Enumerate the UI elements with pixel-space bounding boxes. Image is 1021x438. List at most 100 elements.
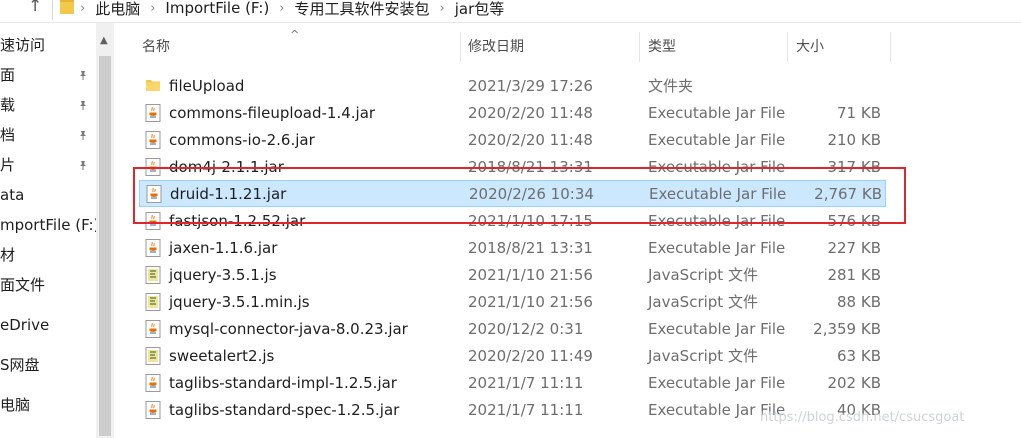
column-size[interactable]: 大小 <box>796 30 824 64</box>
file-date: 2021/1/7 11:11 <box>468 401 584 419</box>
folder-icon <box>60 0 74 14</box>
nav-item[interactable]: 面文件 <box>0 273 45 297</box>
scroll-up-icon[interactable]: ▲ <box>100 35 108 46</box>
file-date: 2021/1/10 21:56 <box>468 293 593 311</box>
table-row[interactable]: jquery-3.5.1.min.js 2021/1/10 21:56 JavaSc… <box>135 289 885 315</box>
jar-icon <box>145 401 161 419</box>
breadcrumb-item-folder[interactable]: 专用工具软件安装包 <box>295 0 430 19</box>
file-name: mysql-connector-java-8.0.23.jar <box>169 320 408 338</box>
pin-icon[interactable] <box>78 160 88 170</box>
folder-icon <box>145 77 161 95</box>
file-type: JavaScript 文件 <box>648 347 758 365</box>
nav-item[interactable]: ata <box>0 183 24 207</box>
nav-item[interactable]: 速访问 <box>0 33 45 57</box>
chevron-right-icon: › <box>279 0 285 16</box>
file-type: JavaScript 文件 <box>648 293 758 311</box>
column-name[interactable]: 名称 <box>142 30 170 64</box>
chevron-right-icon: › <box>150 0 156 16</box>
column-divider[interactable] <box>890 32 891 62</box>
column-header: ^ 名称 修改日期 类型 大小 <box>130 28 891 64</box>
table-row[interactable]: taglibs-standard-impl-1.2.5.jar 2021/1/7 … <box>135 370 885 396</box>
highlight-box <box>133 167 906 224</box>
jar-icon <box>145 239 161 257</box>
file-name: commons-fileupload-1.4.jar <box>169 104 376 122</box>
pin-icon[interactable] <box>78 70 88 80</box>
file-name: taglibs-standard-spec-1.2.5.jar <box>169 401 400 419</box>
table-row[interactable]: commons-fileupload-1.4.jar 2020/2/20 11:4… <box>135 100 885 126</box>
jar-icon <box>145 104 161 122</box>
column-type[interactable]: 类型 <box>648 30 676 64</box>
table-row[interactable]: jquery-3.5.1.js 2021/1/10 21:56 JavaScript… <box>135 262 885 288</box>
watermark: https://blog.csdn.net/csucsgoat <box>760 410 965 425</box>
breadcrumb-item-this-pc[interactable]: 此电脑 <box>95 0 140 19</box>
file-name: taglibs-standard-impl-1.2.5.jar <box>169 374 397 392</box>
file-size: 281 KB <box>827 266 881 284</box>
pin-icon[interactable] <box>78 130 88 140</box>
js-icon <box>145 293 161 311</box>
column-divider[interactable] <box>460 32 461 62</box>
table-row[interactable]: mysql-connector-java-8.0.23.jar 2020/12/2… <box>135 316 885 342</box>
file-size: 71 KB <box>837 104 881 122</box>
scrollbar-thumb[interactable] <box>99 56 111 436</box>
breadcrumb-item-drive[interactable]: ImportFile (F:) <box>165 0 269 17</box>
file-size: 2,359 KB <box>813 320 881 338</box>
file-size: 210 KB <box>827 131 881 149</box>
divider <box>0 22 1021 23</box>
table-row[interactable]: commons-io-2.6.jar 2020/2/20 11:48 Executa… <box>135 127 885 153</box>
table-row[interactable]: fileUpload 2021/3/29 17:26 文件夹 <box>135 73 885 99</box>
file-date: 2021/1/10 21:56 <box>468 266 593 284</box>
nav-scrollbar[interactable]: ▲ <box>96 23 114 438</box>
breadcrumb: › 此电脑 › ImportFile (F:) › 专用工具软件安装包 › ja… <box>80 0 504 19</box>
js-icon <box>145 266 161 284</box>
up-arrow-icon[interactable]: ↑ <box>28 0 42 16</box>
pin-icon[interactable] <box>78 100 88 110</box>
column-divider[interactable] <box>787 32 788 62</box>
nav-item[interactable]: 材 <box>0 243 15 267</box>
column-date[interactable]: 修改日期 <box>468 30 524 64</box>
column-divider[interactable] <box>639 32 640 62</box>
file-name: jaxen-1.1.6.jar <box>169 239 278 257</box>
nav-item[interactable]: 电脑 <box>0 393 30 417</box>
file-type: Executable Jar File <box>648 239 786 257</box>
file-size: 63 KB <box>837 347 881 365</box>
file-date: 2020/2/20 11:48 <box>468 131 593 149</box>
chevron-right-icon: › <box>439 0 445 16</box>
jar-icon <box>145 320 161 338</box>
file-size: 227 KB <box>827 239 881 257</box>
file-date: 2021/3/29 17:26 <box>468 77 593 95</box>
file-date: 2020/2/20 11:49 <box>468 347 593 365</box>
table-row[interactable]: jaxen-1.1.6.jar 2018/8/21 13:31 Executable… <box>135 235 885 261</box>
file-name: fileUpload <box>169 77 245 95</box>
divider <box>52 0 53 20</box>
file-date: 2020/2/20 11:48 <box>468 104 593 122</box>
nav-item[interactable]: S网盘 <box>0 353 40 377</box>
file-name: sweetalert2.js <box>169 347 275 365</box>
table-row[interactable]: sweetalert2.js 2020/2/20 11:49 JavaScript … <box>135 343 885 369</box>
file-size: 202 KB <box>827 374 881 392</box>
nav-item[interactable]: 面 <box>0 63 15 87</box>
address-bar: ↑ › 此电脑 › ImportFile (F:) › 专用工具软件安装包 › … <box>0 0 1021 23</box>
nav-item[interactable]: mportFile (F:) <box>0 213 99 237</box>
file-type: Executable Jar File <box>648 374 786 392</box>
file-type: JavaScript 文件 <box>648 266 758 284</box>
nav-item[interactable]: 档 <box>0 123 15 147</box>
jar-icon <box>145 374 161 392</box>
file-name: commons-io-2.6.jar <box>169 131 315 149</box>
file-date: 2020/12/2 0:31 <box>468 320 584 338</box>
file-type: Executable Jar File <box>648 131 786 149</box>
navigation-pane: 速访问面载档片 ata mportFile (F:) 材面文件 eDrive S网盘电脑 <box>0 23 99 438</box>
jar-icon <box>145 131 161 149</box>
nav-item[interactable]: 片 <box>0 153 15 177</box>
file-type: Executable Jar File <box>648 104 786 122</box>
file-name: jquery-3.5.1.min.js <box>169 293 310 311</box>
file-name: jquery-3.5.1.js <box>169 266 277 284</box>
file-size: 88 KB <box>837 293 881 311</box>
chevron-right-icon: › <box>80 0 86 16</box>
file-date: 2018/8/21 13:31 <box>468 239 593 257</box>
nav-item[interactable]: eDrive <box>0 313 49 337</box>
breadcrumb-item-current[interactable]: jar包等 <box>455 0 505 19</box>
file-type: Executable Jar File <box>648 320 786 338</box>
nav-item[interactable]: 载 <box>0 93 15 117</box>
file-type: 文件夹 <box>648 77 694 95</box>
file-date: 2021/1/7 11:11 <box>468 374 584 392</box>
